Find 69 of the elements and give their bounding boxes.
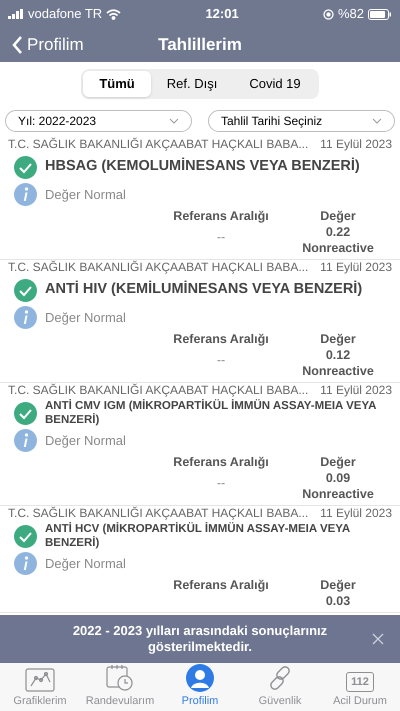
status-text: Değer Normal: [45, 186, 126, 204]
hospital-name: T.C. SAĞLIK BAKANLIĞI AKÇAABAT HAÇKALI BABA...: [8, 260, 308, 274]
chevron-down-icon: [169, 118, 179, 124]
info-icon: [14, 306, 37, 329]
back-button[interactable]: Profilim: [12, 32, 84, 58]
value-header: Değer: [320, 578, 356, 592]
back-chevron-icon: [12, 36, 23, 54]
signal-icon: [8, 9, 24, 19]
test-name: ANTİ HCV (MİKROPARTİKÜL İMMÜN ASSAY-MEIA VEYA BENZERİ): [45, 522, 351, 550]
result-date: 11 Eylül 2023: [320, 506, 392, 520]
dropdown-field[interactable]: Tahlil Tarihi Seçiniz: [208, 110, 395, 132]
result-value: 0.03: [326, 594, 350, 608]
chart-icon: [25, 668, 55, 692]
tab-bar-item[interactable]: Profilim: [160, 663, 240, 711]
reference-range-header: Referans Aralığı: [173, 209, 269, 223]
info-icon: [14, 552, 37, 575]
reference-range-header: Referans Aralığı: [173, 455, 269, 469]
tab-bar-item[interactable]: Güvenlik: [240, 663, 320, 711]
segment-tab[interactable]: Covid 19: [233, 71, 317, 97]
value-header: Değer: [320, 455, 356, 469]
emergency-number-icon: 112: [346, 672, 374, 692]
close-icon: [372, 633, 384, 645]
result-value: 0.09: [326, 471, 350, 485]
clock-time: 12:01: [205, 5, 239, 24]
value-header: Değer: [320, 209, 356, 223]
dropdown-field[interactable]: Yıl: 2022-2023: [5, 110, 192, 132]
test-name: ANTİ CMV IGM (MİKROPARTİKÜL İMMÜN ASSAY-MEIA VEYA BENZERİ): [45, 399, 377, 427]
carrier-name: vodafone TR: [28, 5, 102, 24]
chevron-down-icon: [372, 118, 382, 124]
battery-icon: [368, 8, 392, 20]
hospital-name: T.C. SAĞLIK BAKANLIĞI AKÇAABAT HAÇKALI BABA...: [8, 383, 308, 397]
result-date: 11 Eylül 2023: [320, 260, 392, 274]
result-note: Nonreactive: [302, 241, 374, 255]
result-note: Nonreactive: [302, 364, 374, 378]
test-name: HBSAG (KEMOLUMİNESANS VEYA BENZERİ): [45, 156, 360, 176]
status-text: Değer Normal: [45, 432, 126, 450]
result-date: 11 Eylül 2023: [320, 137, 392, 151]
test-name: ANTİ HIV (KEMİLUMİNESANS VEYA BENZERİ): [45, 280, 362, 300]
banner-message: 2022 - 2023 yılları arasındaki sonuçlarınız gösterilmektedir.: [72, 623, 328, 655]
reference-range-value: --: [216, 230, 226, 244]
page-title: Tahlillerim: [158, 34, 242, 56]
tab-bar-item[interactable]: 112 Acil Durum: [320, 663, 400, 711]
info-icon: [14, 429, 37, 452]
hospital-name: T.C. SAĞLIK BAKANLIĞI AKÇAABAT HAÇKALI BABA...: [8, 506, 308, 520]
info-icon: [14, 183, 37, 206]
status-text: Değer Normal: [45, 308, 126, 327]
result-value: 0.22: [326, 225, 350, 239]
result-value: 0.12: [326, 348, 350, 362]
result-note: Nonreactive: [302, 487, 374, 501]
tab-bar-item[interactable]: Grafiklerim: [0, 663, 80, 711]
result-date: 11 Eylül 2023: [320, 383, 392, 397]
wifi-icon: [106, 8, 122, 20]
reference-range-header: Referans Aralığı: [173, 578, 269, 592]
reference-range-value: --: [216, 476, 226, 490]
orientation-lock-icon: [322, 8, 334, 20]
value-header: Değer: [320, 332, 356, 346]
reference-range-header: Referans Aralığı: [173, 332, 269, 346]
reference-range-value: --: [216, 353, 226, 367]
segment-tab[interactable]: Tümü: [83, 71, 151, 97]
tab-bar-item[interactable]: Randevularım: [80, 663, 160, 711]
status-text: Değer Normal: [45, 554, 126, 573]
hospital-name: T.C. SAĞLIK BAKANLIĞI AKÇAABAT HAÇKALI BABA...: [8, 137, 308, 151]
close-button[interactable]: [372, 633, 384, 645]
check-circle-icon: [14, 156, 37, 178]
battery-percent: %82: [338, 5, 364, 24]
check-circle-icon: [14, 278, 37, 302]
check-circle-icon: [14, 524, 37, 548]
segment-tab[interactable]: Ref. Dışı: [150, 71, 234, 97]
check-circle-icon: [14, 402, 37, 424]
